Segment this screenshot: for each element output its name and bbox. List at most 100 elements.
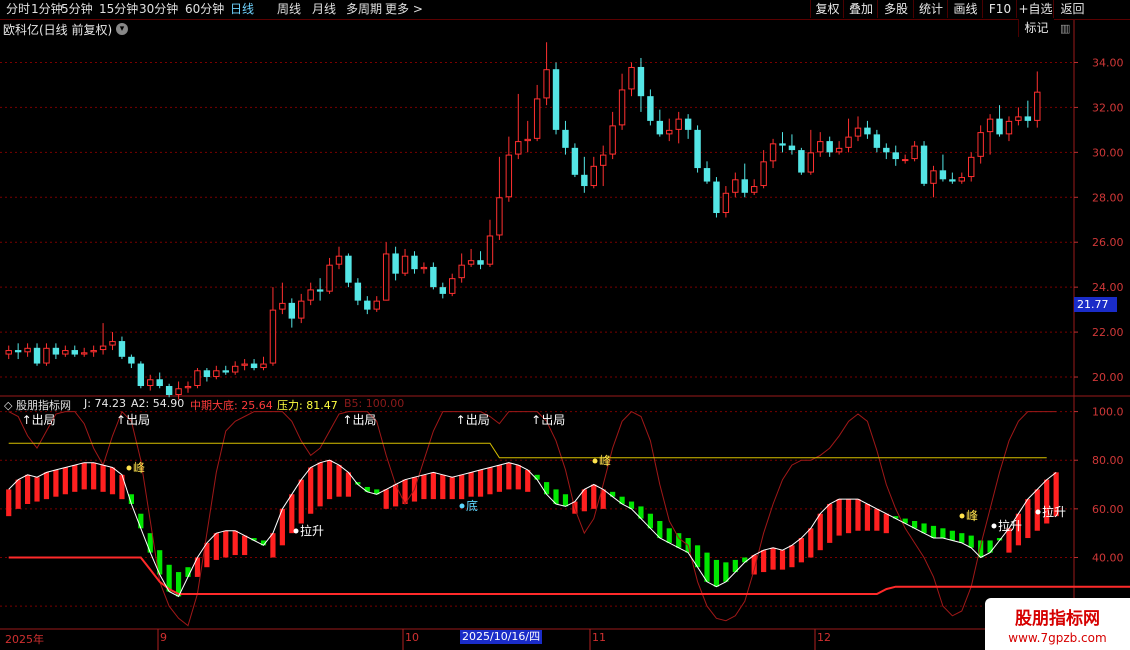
candle-down — [741, 179, 748, 193]
annotation-pullup: 拉升 — [300, 523, 324, 538]
annotation-bottom: 底 — [466, 498, 478, 513]
price-tick-label: 26.00 — [1092, 236, 1124, 249]
candle-down — [52, 347, 60, 355]
candle-down — [364, 300, 371, 310]
indicator-value: 中期大底: 25.64 — [190, 399, 273, 412]
candle-down — [439, 287, 446, 294]
candle-up — [184, 386, 192, 389]
period-10[interactable]: 更多 > — [385, 1, 423, 18]
candle-up — [486, 235, 494, 265]
toolbar-button-1[interactable]: 叠加 — [843, 0, 878, 18]
candle-down — [637, 66, 645, 97]
annotation-peak: 峰 — [133, 461, 145, 475]
candle-down — [864, 127, 871, 135]
candles-layer — [5, 42, 1041, 400]
price-tick-label: 32.00 — [1092, 101, 1124, 114]
candle-down — [798, 150, 805, 173]
toolbar-button-0[interactable]: 复权 — [810, 0, 844, 18]
period-4[interactable]: 30分钟 — [139, 1, 178, 18]
toolbar-button-6[interactable]: +自选 — [1016, 0, 1054, 18]
candle-up — [618, 89, 626, 126]
x-axis-label: 10 — [405, 631, 419, 644]
candle-down — [128, 356, 135, 364]
candle-up — [81, 352, 88, 355]
candle-up — [90, 350, 97, 353]
candle-up — [382, 253, 390, 301]
main-chart[interactable]: 34.00 32.00 30.00 28.00 26.00 24.00 22.00 20.00… — [0, 0, 1130, 650]
osc-tick-label: 100.0 — [1092, 406, 1124, 419]
toolbar-button-5[interactable]: F10 — [982, 0, 1017, 18]
j-line — [8, 459, 1057, 598]
candle-up — [496, 197, 503, 236]
pressure-line — [8, 442, 1047, 459]
price-tick-label: 24.00 — [1092, 281, 1124, 294]
candle-up — [269, 309, 277, 364]
toolbar-button-7[interactable]: 返回 — [1053, 0, 1091, 18]
candle-down — [203, 370, 211, 378]
current-price-tag: 21.77 — [1074, 297, 1117, 312]
period-6[interactable]: 日线 — [230, 1, 254, 18]
candle-up — [260, 363, 267, 369]
indicator-value: A2: 54.90 — [131, 397, 185, 410]
settings-icon[interactable]: ▥ — [1060, 22, 1070, 35]
candle-down — [656, 120, 664, 135]
oscillator-layer: ↑出局 ↑出局 ↑出局 ↑出局 ↑出局峰 峰峰底拉升 拉升拉升 — [6, 410, 1130, 627]
candle-up — [1015, 116, 1022, 121]
symbol-title: 欧科亿(日线 前复权) — [3, 23, 113, 37]
candle-down — [354, 282, 362, 301]
toolbar-button-3[interactable]: 统计 — [913, 0, 948, 18]
indicator-value: B5: 100.00 — [344, 397, 405, 410]
candle-up — [590, 165, 597, 187]
candle-up — [986, 118, 994, 133]
indicator-name[interactable]: ◇ 股朋指标网 — [4, 397, 71, 413]
candle-up — [977, 132, 984, 157]
grid-layer: 34.00 32.00 30.00 28.00 26.00 24.00 22.00 20.00… — [0, 20, 1130, 650]
candle-up — [307, 289, 314, 301]
candle-up — [326, 264, 333, 292]
period-9[interactable]: 多周期 — [346, 1, 382, 18]
candle-down — [713, 181, 720, 214]
candle-up — [911, 145, 918, 160]
period-0[interactable]: 分时 — [6, 1, 30, 18]
period-5[interactable]: 60分钟 — [185, 1, 224, 18]
candle-down — [288, 302, 296, 319]
bottom-dot — [459, 503, 465, 509]
candle-up — [722, 192, 730, 214]
chevron-down-icon[interactable]: ▾ — [116, 23, 128, 35]
period-7[interactable]: 周线 — [277, 1, 301, 18]
candle-down — [156, 379, 163, 387]
candle-up — [147, 379, 154, 387]
indicator-value: J: 74.23 — [84, 397, 126, 410]
candle-up — [524, 138, 531, 142]
candle-down — [703, 168, 711, 182]
period-8[interactable]: 月线 — [312, 1, 336, 18]
peak-dot — [126, 465, 132, 471]
candle-up — [458, 264, 465, 279]
toolbar-button-2[interactable]: 多股 — [877, 0, 914, 18]
candle-up — [675, 118, 682, 130]
candle-up — [213, 370, 220, 378]
candle-up — [231, 365, 239, 373]
watermark: 股朋指标网 www.7gpzb.com — [985, 598, 1130, 650]
annotation-exit: ↑出局 — [531, 413, 565, 427]
candle-down — [826, 141, 833, 153]
candle-down — [71, 350, 78, 355]
x-axis-label: 12 — [817, 631, 831, 644]
period-1[interactable]: 1分钟 — [31, 1, 63, 18]
candle-down — [316, 289, 324, 292]
price-tick-label: 28.00 — [1092, 191, 1124, 204]
candle-down — [647, 96, 654, 121]
watermark-title: 股朋指标网 — [1015, 609, 1100, 629]
annotation-pullup: 拉升 — [1042, 504, 1066, 519]
toolbar: 分时 1分钟 5分钟 15分钟 30分钟 60分钟 日线 周线 月线 多周期 更多 > 复权 叠加 多股统… — [0, 0, 1130, 20]
toolbar-button-4[interactable]: 画线 — [947, 0, 983, 18]
candle-down — [562, 129, 569, 148]
period-3[interactable]: 15分钟 — [99, 1, 138, 18]
price-tick-label: 22.00 — [1092, 326, 1124, 339]
x-axis-label: 9 — [160, 631, 167, 644]
mark-button[interactable]: 标记 — [1018, 19, 1054, 37]
candle-up — [467, 260, 475, 265]
candle-down — [14, 350, 22, 353]
candle-up — [854, 127, 862, 137]
period-2[interactable]: 5分钟 — [61, 1, 93, 18]
